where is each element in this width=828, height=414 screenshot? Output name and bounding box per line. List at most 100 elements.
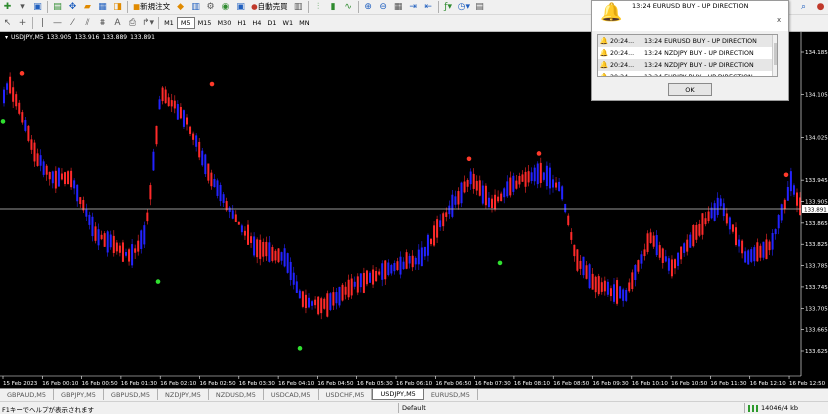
tab-gbpaud-m5[interactable]: GBPAUD,M5	[0, 389, 55, 400]
alert-dialog[interactable]: 🔔 13:24 EURUSD BUY - UP DIRECTION x 🔔 20:…	[591, 0, 789, 101]
line-chart-icon[interactable]: ∿	[342, 1, 355, 14]
indicators-icon[interactable]: ƒ▾	[442, 1, 455, 14]
auto-trading-button[interactable]: ● 自動売買	[249, 1, 290, 14]
candle-body	[30, 139, 33, 150]
price-label: 133.825	[805, 242, 828, 248]
candle-body	[256, 239, 259, 258]
price-label: 133.865	[805, 221, 828, 227]
timeframe-m30[interactable]: M30	[214, 17, 234, 29]
tab-usdcad-m5[interactable]: USDCAD,M5	[264, 389, 319, 400]
alert-row[interactable]: 🔔 20:24... 13:24 NZDJPY BUY - UP DIRECTION	[598, 59, 777, 71]
chart-dropdown-icon[interactable]: ▾	[5, 34, 8, 41]
notification-icon[interactable]: ●	[814, 1, 827, 14]
options-icon[interactable]: ⚙	[204, 1, 217, 14]
vertical-line-icon[interactable]: |	[36, 17, 49, 30]
candle-body	[79, 197, 82, 205]
new-chart-icon[interactable]: ✚	[1, 1, 14, 14]
candle-body	[274, 250, 277, 261]
alert-scrollbar[interactable]	[772, 35, 777, 76]
timeframe-h4[interactable]: H4	[249, 17, 264, 29]
candle-body	[369, 272, 371, 283]
tab-gbpjpy-m5[interactable]: GBPJPY,M5	[54, 389, 104, 400]
candle-body	[527, 171, 530, 183]
tab-usdchf-m5[interactable]: USDCHF,M5	[319, 389, 373, 400]
history-icon[interactable]: ▥	[189, 1, 202, 14]
candle-body	[179, 106, 182, 119]
candle-body	[631, 272, 634, 290]
candle-body	[173, 100, 176, 109]
candle-body	[789, 171, 792, 192]
alert-row[interactable]: 🔔 20:24... 13:24 EURJPY BUY - UP DIRECTION	[598, 71, 777, 76]
candle-body	[73, 180, 76, 189]
data-window-icon[interactable]: ✥	[66, 1, 79, 14]
connection-traffic: 14046/4 kb	[761, 404, 798, 412]
candle-body	[667, 258, 670, 271]
timeframe-m1[interactable]: M1	[161, 17, 177, 29]
candle-body	[161, 87, 164, 102]
timeframe-h1[interactable]: H1	[234, 17, 249, 29]
navigator-icon[interactable]: ▰	[81, 1, 94, 14]
bar-chart-icon[interactable]: ⫶	[312, 1, 325, 14]
auto-scroll-icon[interactable]: ⇥	[407, 1, 420, 14]
market-watch-icon[interactable]: ▤	[51, 1, 64, 14]
chart-shift-icon[interactable]: ⇤	[422, 1, 435, 14]
crosshair-icon[interactable]: +	[16, 17, 29, 30]
arrows-icon[interactable]: ↱▾	[141, 17, 155, 30]
candle-body	[204, 154, 207, 175]
candle-body	[674, 259, 676, 269]
strategy-tester-icon[interactable]: ◨	[111, 1, 124, 14]
toolbar-more-icon[interactable]: ▥	[292, 1, 305, 14]
candle-body	[189, 126, 192, 134]
profiles-icon[interactable]: ▾	[16, 1, 29, 14]
auto-trading-label: 自動売買	[257, 2, 288, 12]
horizontal-line-icon[interactable]: —	[51, 17, 64, 30]
zoom-in-icon[interactable]: ⊕	[362, 1, 375, 14]
tab-usdjpy-m5[interactable]: USDJPY,M5	[372, 389, 424, 400]
metaeditor-icon[interactable]: ◆	[174, 1, 187, 14]
ok-button[interactable]: OK	[668, 83, 712, 96]
candle-body	[609, 288, 612, 297]
tab-gbpusd-m5[interactable]: GBPUSD,M5	[104, 389, 159, 400]
alert-row[interactable]: 🔔 20:24... 13:24 NZDJPY BUY - UP DIRECTION	[598, 47, 777, 59]
zoom-out-icon[interactable]: ⊖	[377, 1, 390, 14]
timeframe-m5[interactable]: M5	[176, 17, 195, 29]
channel-icon[interactable]: ⫽	[81, 17, 94, 30]
candle-body	[67, 171, 70, 185]
timeframe-m15[interactable]: M15	[195, 17, 215, 29]
label-icon[interactable]: ⎙	[126, 17, 139, 30]
candle-body	[146, 212, 149, 222]
tab-nzdjpy-m5[interactable]: NZDJPY,M5	[158, 389, 209, 400]
timeframe-mn[interactable]: MN	[296, 17, 312, 29]
search-icon[interactable]: ⌕	[797, 1, 810, 14]
candle-body	[85, 209, 88, 217]
alert-row[interactable]: 🔔 20:24... 13:24 EURUSD BUY - UP DIRECTION	[598, 35, 777, 47]
signals-icon[interactable]: ◉	[219, 1, 232, 14]
periods-icon[interactable]: ◷▾	[457, 1, 471, 14]
text-icon[interactable]: A	[111, 17, 124, 30]
candle-body	[402, 261, 405, 270]
tile-windows-icon[interactable]: ▦	[392, 1, 405, 14]
trendline-icon[interactable]: ⁄	[66, 17, 79, 30]
time-label: 16 Feb 00:10	[42, 381, 79, 387]
candlestick-icon[interactable]: ▮	[327, 1, 340, 14]
market-icon[interactable]: ▣	[234, 1, 247, 14]
candle-body	[750, 249, 753, 262]
candle-body	[243, 230, 246, 236]
timeframe-d1[interactable]: D1	[264, 17, 279, 29]
timeframe-w1[interactable]: W1	[280, 17, 297, 29]
tab-eurusd-m5[interactable]: EURUSD,M5	[424, 389, 478, 400]
new-order-button[interactable]: ■ 新規注文	[131, 1, 172, 14]
alert-list[interactable]: 🔔 20:24... 13:24 EURUSD BUY - UP DIRECTION…	[597, 34, 778, 77]
candle-body	[613, 284, 615, 302]
tab-nzdusd-m5[interactable]: NZDUSD,M5	[209, 389, 264, 400]
candle-body	[115, 242, 118, 252]
window-icon[interactable]: ▣	[31, 1, 44, 14]
buy-signal-dot	[497, 260, 503, 266]
scrollbar-thumb[interactable]	[774, 43, 777, 65]
terminal-icon[interactable]: ▦	[96, 1, 109, 14]
close-icon[interactable]: x	[777, 16, 781, 24]
fibonacci-icon[interactable]: ⩩	[96, 17, 109, 30]
cursor-icon[interactable]: ↖	[1, 17, 14, 30]
price-label: 133.625	[805, 349, 828, 355]
templates-icon[interactable]: ▤	[473, 1, 486, 14]
